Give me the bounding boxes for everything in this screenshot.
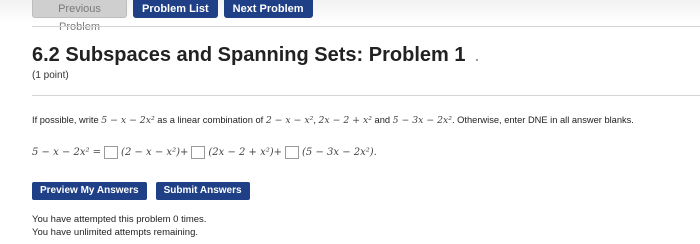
coefficient-input-3[interactable] — [285, 145, 300, 159]
top-divider — [32, 26, 700, 27]
attempts-remaining-text: You have unlimited attempts remaining. — [32, 227, 198, 238]
preview-answers-button[interactable]: Preview My Answers — [32, 182, 147, 200]
coefficient-input-1[interactable] — [104, 145, 119, 159]
action-buttons: Preview My Answers Submit Answers — [32, 182, 250, 200]
vector-3: 5 − 3x − 2x² — [392, 115, 453, 126]
coefficient-input-2[interactable] — [191, 145, 206, 159]
prompt-middle: as a linear combination of — [154, 115, 266, 125]
problem-navigation: Previous Problem Problem List Next Probl… — [32, 0, 313, 33]
and-text: and — [371, 115, 393, 125]
answer-equation: 5 − x − 2x² = (2 − x − x²)+ (2x − 2 + x²… — [32, 144, 377, 160]
attempts-count-text: You have attempted this problem 0 times. — [32, 214, 207, 225]
points-label: (1 point) — [32, 70, 69, 81]
previous-problem-button[interactable]: Previous Problem — [32, 0, 127, 33]
equation-term-2: (2x − 2 + x²)+ — [208, 146, 283, 158]
page-title: 6.2 Subspaces and Spanning Sets: Problem… — [32, 44, 479, 67]
attempts-status: You have attempted this problem 0 times.… — [32, 213, 206, 239]
next-problem-button[interactable]: Next Problem — [223, 0, 313, 18]
vector-2: 2x − 2 + x² — [318, 115, 372, 126]
prompt-suffix: . Otherwise, enter DNE in all answer bla… — [452, 115, 634, 125]
equation-term-1: (2 − x − x²)+ — [121, 146, 189, 158]
problem-list-button[interactable]: Problem List — [133, 0, 218, 18]
prompt-prefix: If possible, write — [32, 115, 102, 125]
vector-1: 2 − x − x² — [265, 115, 314, 126]
problem-prompt: If possible, write 5 − x − 2x² as a line… — [32, 115, 634, 126]
equation-term-3: (5 − 3x − 2x²). — [302, 146, 377, 158]
content-divider — [32, 95, 700, 96]
submit-answers-button[interactable]: Submit Answers — [155, 182, 250, 200]
equation-lhs: 5 − x − 2x² = — [32, 146, 102, 158]
title-dot: . — [475, 48, 479, 64]
title-text: 6.2 Subspaces and Spanning Sets: Problem… — [32, 44, 466, 66]
target-vector: 5 − x − 2x² — [101, 115, 155, 126]
